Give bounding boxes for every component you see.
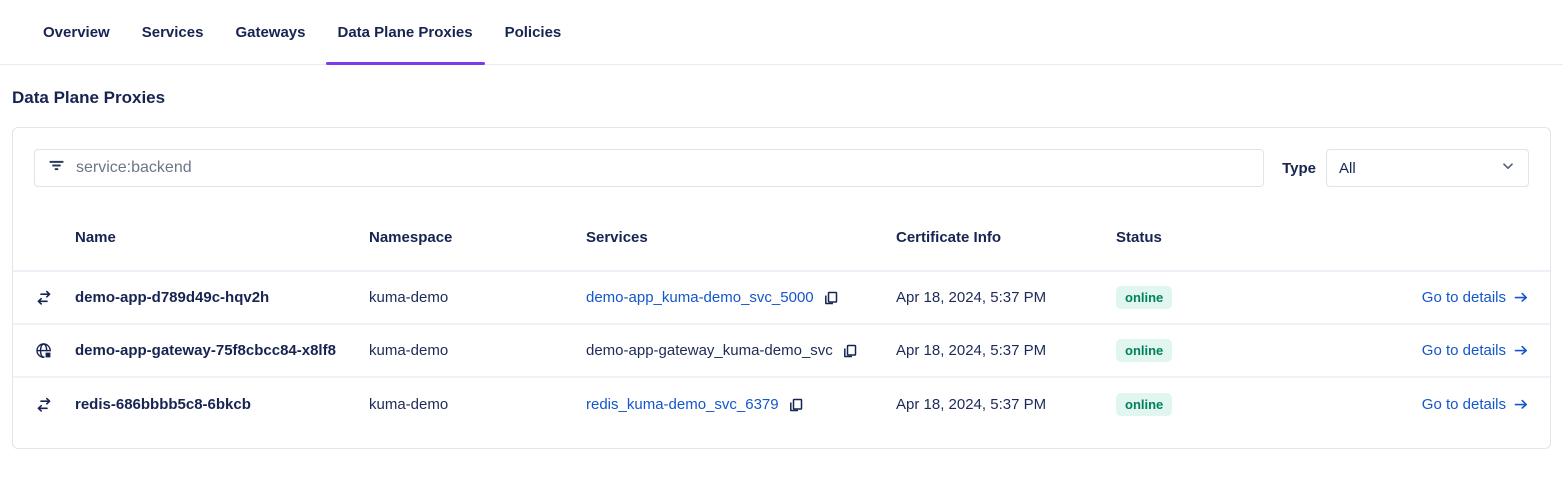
page-title: Data Plane Proxies	[12, 88, 166, 107]
service-link[interactable]: redis_kuma-demo_svc_6379	[586, 396, 779, 413]
standard-proxy-icon	[34, 288, 75, 308]
proxy-namespace: kuma-demo	[369, 289, 449, 306]
tab-gateways[interactable]: Gateways	[223, 0, 317, 64]
proxy-namespace: kuma-demo	[369, 342, 449, 359]
table-row: demo-app-d789d49c-hqv2h kuma-demo demo-a…	[13, 272, 1550, 325]
type-filter-select[interactable]: All	[1326, 149, 1529, 187]
go-to-details-link[interactable]: Go to details	[1422, 342, 1529, 359]
proxy-namespace: kuma-demo	[369, 396, 449, 413]
certificate-info: Apr 18, 2024, 5:37 PM	[896, 342, 1047, 359]
tab-services[interactable]: Services	[130, 0, 216, 64]
column-header-name: Name	[75, 228, 116, 246]
proxy-name: demo-app-gateway-75f8cbcc84-x8lf8	[75, 342, 336, 359]
arrow-right-icon	[1514, 292, 1527, 302]
column-header-status: Status	[1116, 228, 1162, 246]
filter-icon	[48, 157, 65, 179]
search-box[interactable]	[34, 149, 1265, 187]
copy-button[interactable]	[788, 397, 804, 413]
certificate-info: Apr 18, 2024, 5:37 PM	[896, 396, 1047, 413]
service-name: demo-app-gateway_kuma-demo_svc	[586, 342, 833, 359]
chevron-down-icon	[1500, 158, 1516, 178]
column-header-services: Services	[586, 228, 648, 246]
tab-data-plane-proxies[interactable]: Data Plane Proxies	[325, 0, 485, 65]
status-badge: online	[1116, 393, 1173, 416]
search-input[interactable]	[76, 159, 1251, 177]
column-header-namespace: Namespace	[369, 228, 453, 246]
data-plane-proxies-card: Type All Name Namespace Services Certifi…	[12, 127, 1551, 449]
service-link[interactable]: demo-app_kuma-demo_svc_5000	[586, 289, 814, 306]
copy-icon	[789, 398, 802, 411]
certificate-info: Apr 18, 2024, 5:37 PM	[896, 289, 1047, 306]
copy-icon	[824, 291, 837, 304]
type-filter-label: Type	[1282, 159, 1316, 177]
standard-proxy-icon	[34, 395, 75, 415]
go-to-details-link[interactable]: Go to details	[1422, 289, 1529, 306]
column-header-certificate-info: Certificate Info	[896, 228, 1002, 246]
status-badge: online	[1116, 339, 1173, 362]
table-row: demo-app-gateway-75f8cbcc84-x8lf8 kuma-d…	[13, 325, 1550, 378]
arrow-right-icon	[1514, 345, 1527, 355]
type-filter-value: All	[1339, 159, 1356, 177]
copy-icon	[843, 344, 857, 357]
proxies-table: Name Namespace Services Certificate Info…	[13, 204, 1550, 431]
proxy-name: redis-686bbbb5c8-6bkcb	[75, 396, 251, 413]
proxy-name: demo-app-d789d49c-hqv2h	[75, 289, 270, 306]
copy-button[interactable]	[823, 290, 839, 306]
arrow-right-icon	[1514, 399, 1527, 409]
go-to-details-link[interactable]: Go to details	[1422, 396, 1529, 413]
tab-policies[interactable]: Policies	[493, 0, 574, 64]
gateway-icon	[34, 341, 75, 361]
filter-row: Type All	[34, 149, 1529, 187]
status-badge: online	[1116, 286, 1173, 309]
table-row: redis-686bbbb5c8-6bkcb kuma-demo redis_k…	[13, 378, 1550, 431]
tab-overview[interactable]: Overview	[31, 0, 122, 64]
copy-button[interactable]	[842, 343, 858, 359]
tab-bar: Overview Services Gateways Data Plane Pr…	[0, 0, 1563, 65]
table-header-row: Name Namespace Services Certificate Info…	[13, 204, 1550, 272]
